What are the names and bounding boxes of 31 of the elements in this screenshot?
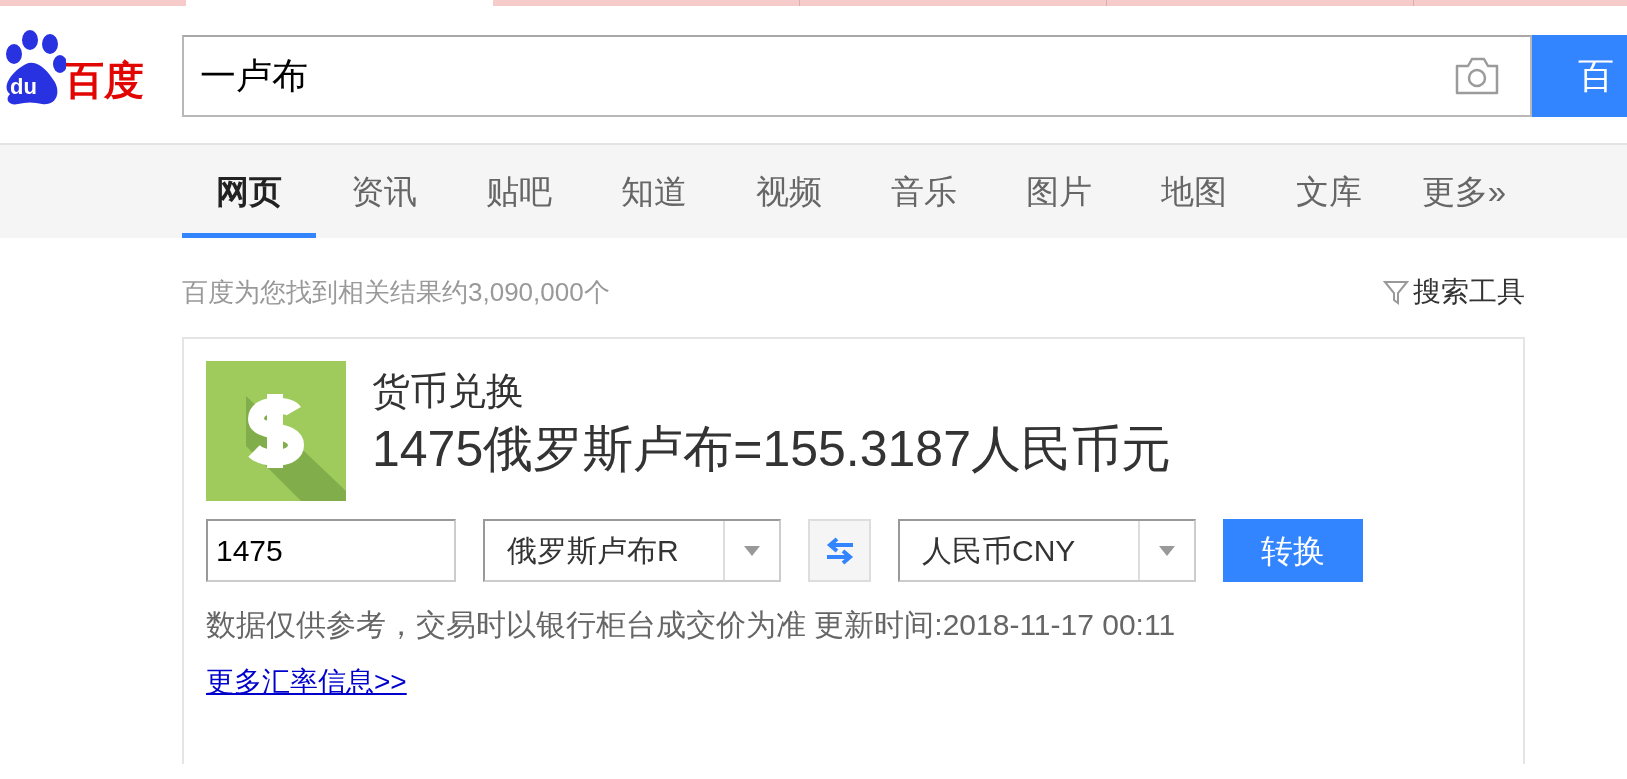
amount-field[interactable]: 1475 (206, 519, 456, 582)
currency-select[interactable]: 人民币CNY (898, 519, 1196, 582)
nav-tab[interactable]: 贴吧 (452, 145, 586, 238)
nav-tab[interactable]: 更多» (1397, 145, 1531, 238)
update-note: 数据仅供参考，交易时以银行柜台成交价为准 更新时间:2018-11-17 00:11 (206, 607, 1177, 643)
nav-tab[interactable]: 网页 (182, 145, 316, 238)
card-title: 货币兑换 (372, 369, 525, 414)
caret-icon (744, 545, 760, 556)
swap-button[interactable] (808, 519, 871, 582)
paw-logo: du (0, 26, 66, 108)
camera-icon[interactable] (1454, 56, 1500, 96)
dollar-icon (206, 361, 346, 501)
currency-select[interactable]: 俄罗斯卢布R (483, 519, 781, 582)
search-tools-link[interactable]: 搜索工具 (1383, 271, 1525, 313)
nav-tab[interactable]: 知道 (587, 145, 721, 238)
nav-tab[interactable]: 音乐 (857, 145, 991, 238)
search-field[interactable]: 一卢布 (182, 35, 1532, 117)
convert-button[interactable]: 转换 (1223, 519, 1363, 582)
caret-icon (1159, 545, 1175, 556)
result-count: 百度为您找到相关结果约3,090,000个 (182, 275, 610, 309)
more-rates-link[interactable]: 更多汇率信息>> (206, 661, 407, 703)
conversion-result: 1475俄罗斯卢布=155.3187人民币元 (372, 419, 1171, 479)
search-button[interactable]: 百 (1532, 35, 1627, 117)
logo-text: 百度 (64, 60, 144, 100)
nav-tab[interactable]: 地图 (1127, 145, 1261, 238)
filter-icon (1383, 279, 1409, 305)
nav-tab[interactable]: 图片 (992, 145, 1126, 238)
nav-tab[interactable]: 文库 (1262, 145, 1396, 238)
nav-tab[interactable]: 视频 (722, 145, 856, 238)
nav-tab[interactable]: 资讯 (317, 145, 451, 238)
swap-arrows-icon (824, 536, 855, 565)
